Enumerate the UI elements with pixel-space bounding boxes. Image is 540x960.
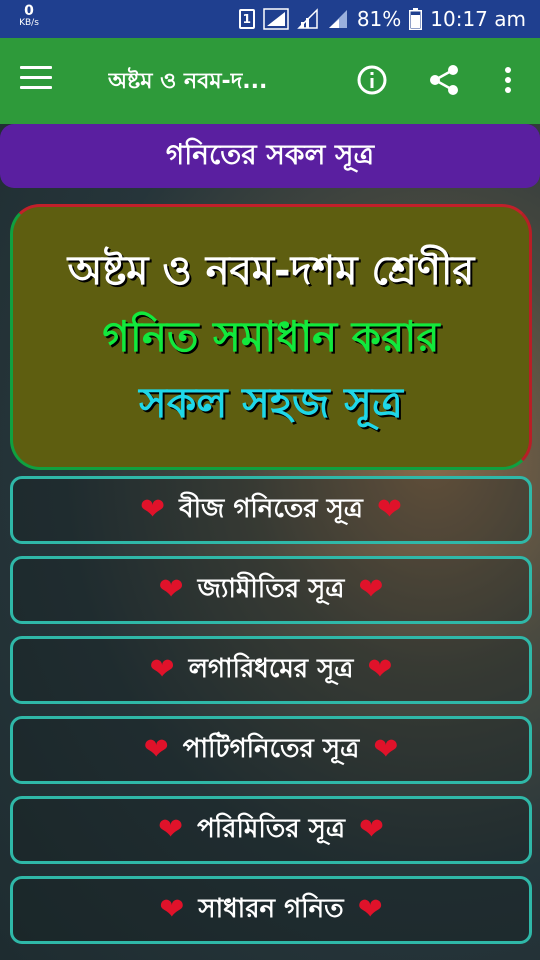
main-content: গনিতের সকল সূত্র অষ্টম ও নবম-দশম শ্রেণীর… xyxy=(0,124,540,960)
network-speed: 0 KB/s xyxy=(14,4,44,28)
heart-icon: ❤ xyxy=(159,892,185,927)
heart-icon: ❤ xyxy=(373,732,399,767)
status-bar: 0 KB/s 1 81% 10:17 am xyxy=(0,0,540,38)
heart-icon: ❤ xyxy=(158,572,184,607)
heart-icon: ❤ xyxy=(357,892,383,927)
menu-item-mensuration[interactable]: ❤ পরিমিতির সূত্র ❤ xyxy=(10,796,532,864)
menu-item-label: বীজ গনিতের সূত্র xyxy=(179,494,363,524)
menu-icon[interactable] xyxy=(20,66,52,96)
menu-item-label: লগারিধমের সূত্র xyxy=(188,654,354,684)
banner-line-1: অষ্টম ও নবম-দশম শ্রেণীর xyxy=(67,248,475,294)
menu-item-geometry[interactable]: ❤ জ্যামীতির সূত্র ❤ xyxy=(10,556,532,624)
heart-icon: ❤ xyxy=(149,652,175,687)
menu-item-logarithm[interactable]: ❤ লগারিধমের সূত্র ❤ xyxy=(10,636,532,704)
menu-item-label: জ্যামীতির সূত্র xyxy=(197,574,345,604)
heart-icon: ❤ xyxy=(157,812,184,847)
more-vert-icon[interactable] xyxy=(488,60,528,100)
net-speed-value: 0 xyxy=(24,3,34,19)
cell-signal-icon xyxy=(327,8,349,30)
clock: 10:17 am xyxy=(430,7,526,31)
toolbar-title: অষ্টম ও নবম-দ... xyxy=(108,69,268,94)
net-speed-unit: KB/s xyxy=(19,18,39,28)
banner-line-3: সকল সহজ সূত্র xyxy=(139,378,403,427)
heart-icon: ❤ xyxy=(139,492,166,527)
battery-icon xyxy=(409,8,423,30)
heart-icon: ❤ xyxy=(367,652,393,687)
formula-menu-list: ❤ বীজ গনিতের সূত্র ❤ ❤ জ্যামীতির সূত্র ❤… xyxy=(10,476,532,956)
banner-line-2: গনিত সমাধান করার xyxy=(102,312,440,361)
share-icon[interactable] xyxy=(424,60,464,100)
heart-icon: ❤ xyxy=(358,572,384,607)
page-heading: গনিতের সকল সূত্র xyxy=(0,124,540,188)
menu-item-label: পাটিগনিতের সূত্র xyxy=(182,734,360,764)
battery-percent: 81% xyxy=(356,7,402,31)
heading-text: গনিতের সকল সূত্র xyxy=(165,137,375,171)
sim-slot-icon: 1 xyxy=(238,9,255,29)
wifi-off-icon xyxy=(297,8,319,30)
title-banner: অষ্টম ও নবম-দশম শ্রেণীর গনিত সমাধান করার… xyxy=(10,204,532,470)
status-icons: 1 81% 10:17 am xyxy=(238,0,526,38)
menu-item-algebra[interactable]: ❤ বীজ গনিতের সূত্র ❤ xyxy=(10,476,532,544)
menu-item-arithmetic[interactable]: ❤ পাটিগনিতের সূত্র ❤ xyxy=(10,716,532,784)
info-icon[interactable] xyxy=(352,60,392,100)
app-toolbar: অষ্টম ও নবম-দ... xyxy=(0,38,540,124)
heart-icon: ❤ xyxy=(358,812,385,847)
heart-icon: ❤ xyxy=(143,732,169,767)
menu-item-label: সাধারন গনিত xyxy=(198,894,344,924)
heart-icon: ❤ xyxy=(376,492,403,527)
menu-item-general-math[interactable]: ❤ সাধারন গনিত ❤ xyxy=(10,876,532,944)
signal-icon xyxy=(263,8,289,30)
menu-item-label: পরিমিতির সূত্র xyxy=(197,814,345,844)
